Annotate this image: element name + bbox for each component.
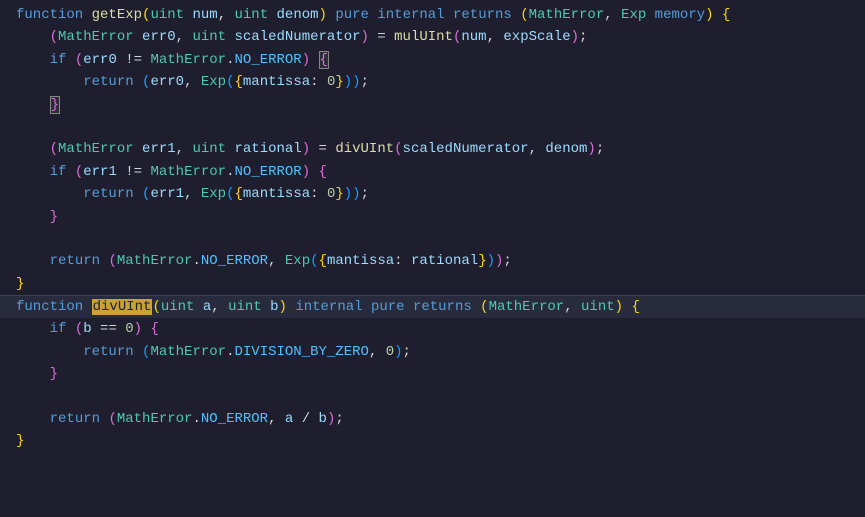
arg: expScale xyxy=(503,29,570,45)
code-line[interactable]: if (err0 != MathError.NO_ERROR) { xyxy=(0,49,865,71)
code-line-active[interactable]: function divUInt(uint a, uint b) interna… xyxy=(0,295,865,318)
keyword: internal xyxy=(295,299,362,315)
member: NO_ERROR xyxy=(235,52,302,68)
code-line-empty[interactable] xyxy=(0,386,865,408)
param: a xyxy=(203,299,211,315)
operator: / xyxy=(302,411,310,427)
keyword-if: if xyxy=(50,52,67,68)
arg: denom xyxy=(545,141,587,157)
operator: != xyxy=(125,164,142,180)
param: denom xyxy=(277,7,319,23)
type: Exp xyxy=(621,7,646,23)
keyword-return: return xyxy=(50,411,100,427)
variable: err1 xyxy=(150,186,184,202)
code-line[interactable]: if (b == 0) { xyxy=(0,318,865,340)
variable: err1 xyxy=(83,164,117,180)
type: uint xyxy=(150,7,184,23)
keyword-return: return xyxy=(50,253,100,269)
variable: rational xyxy=(234,141,301,157)
keyword-return: return xyxy=(83,186,133,202)
code-line[interactable]: return (err1, Exp({mantissa: 0})); xyxy=(0,183,865,205)
variable: a xyxy=(285,411,293,427)
type: MathError xyxy=(117,253,193,269)
type: Exp xyxy=(285,253,310,269)
property: mantissa xyxy=(327,253,394,269)
code-line-empty[interactable] xyxy=(0,116,865,138)
type: MathError xyxy=(529,7,605,23)
variable: b xyxy=(319,411,327,427)
param: b xyxy=(270,299,278,315)
member: NO_ERROR xyxy=(235,164,302,180)
code-line-empty[interactable] xyxy=(0,228,865,250)
property: mantissa xyxy=(243,74,310,90)
code-line[interactable]: } xyxy=(0,94,865,116)
number: 0 xyxy=(125,321,133,337)
variable: scaledNumerator xyxy=(234,29,360,45)
variable: rational xyxy=(411,253,478,269)
keyword-return: return xyxy=(83,344,133,360)
type: uint xyxy=(192,29,226,45)
type: uint xyxy=(235,7,269,23)
keyword-return: return xyxy=(83,74,133,90)
keyword: memory xyxy=(655,7,705,23)
member: NO_ERROR xyxy=(201,411,268,427)
brace-close-matched: } xyxy=(50,96,60,114)
brace-open-matched: { xyxy=(319,51,329,69)
code-line[interactable]: } xyxy=(0,273,865,295)
keyword: returns xyxy=(413,299,472,315)
keyword-if: if xyxy=(50,321,67,337)
keyword: returns xyxy=(453,7,512,23)
variable: err0 xyxy=(150,74,184,90)
type: Exp xyxy=(201,74,226,90)
type: MathError xyxy=(117,411,193,427)
type: uint xyxy=(192,141,226,157)
fn-call: divUInt xyxy=(335,141,394,157)
type: uint xyxy=(161,299,195,315)
code-line[interactable]: } xyxy=(0,206,865,228)
keyword: pure xyxy=(335,7,369,23)
keyword: internal xyxy=(377,7,444,23)
variable: err0 xyxy=(83,52,117,68)
arg: scaledNumerator xyxy=(403,141,529,157)
code-line[interactable]: return (MathError.DIVISION_BY_ZERO, 0); xyxy=(0,341,865,363)
type: MathError xyxy=(150,344,226,360)
code-line[interactable]: } xyxy=(0,363,865,385)
type: MathError xyxy=(58,141,134,157)
code-line[interactable]: return (MathError.NO_ERROR, Exp({mantiss… xyxy=(0,250,865,272)
fn-call: mulUInt xyxy=(394,29,453,45)
operator: == xyxy=(100,321,117,337)
type: MathError xyxy=(489,299,565,315)
type: uint xyxy=(581,299,615,315)
fn-name: getExp xyxy=(92,7,142,23)
keyword: pure xyxy=(371,299,405,315)
code-line[interactable]: } xyxy=(0,430,865,452)
operator: != xyxy=(125,52,142,68)
variable: b xyxy=(83,321,91,337)
code-line[interactable]: return (MathError.NO_ERROR, a / b); xyxy=(0,408,865,430)
member: DIVISION_BY_ZERO xyxy=(234,344,368,360)
code-line[interactable]: (MathError err0, uint scaledNumerator) =… xyxy=(0,26,865,48)
property: mantissa xyxy=(243,186,310,202)
keyword-function: function xyxy=(16,299,83,315)
member: NO_ERROR xyxy=(201,253,268,269)
type: uint xyxy=(228,299,262,315)
code-line[interactable]: return (err0, Exp({mantissa: 0})); xyxy=(0,71,865,93)
arg: num xyxy=(461,29,486,45)
type: MathError xyxy=(150,52,226,68)
type: MathError xyxy=(58,29,134,45)
type: MathError xyxy=(150,164,226,180)
variable: err1 xyxy=(142,141,176,157)
code-line[interactable]: if (err1 != MathError.NO_ERROR) { xyxy=(0,161,865,183)
type: Exp xyxy=(201,186,226,202)
code-line[interactable]: function getExp(uint num, uint denom) pu… xyxy=(0,4,865,26)
keyword-function: function xyxy=(16,7,83,23)
fn-name-highlighted: divUInt xyxy=(92,299,153,315)
number: 0 xyxy=(386,344,394,360)
variable: err0 xyxy=(142,29,176,45)
code-line[interactable]: (MathError err1, uint rational) = divUIn… xyxy=(0,138,865,160)
keyword-if: if xyxy=(50,164,67,180)
param: num xyxy=(192,7,217,23)
